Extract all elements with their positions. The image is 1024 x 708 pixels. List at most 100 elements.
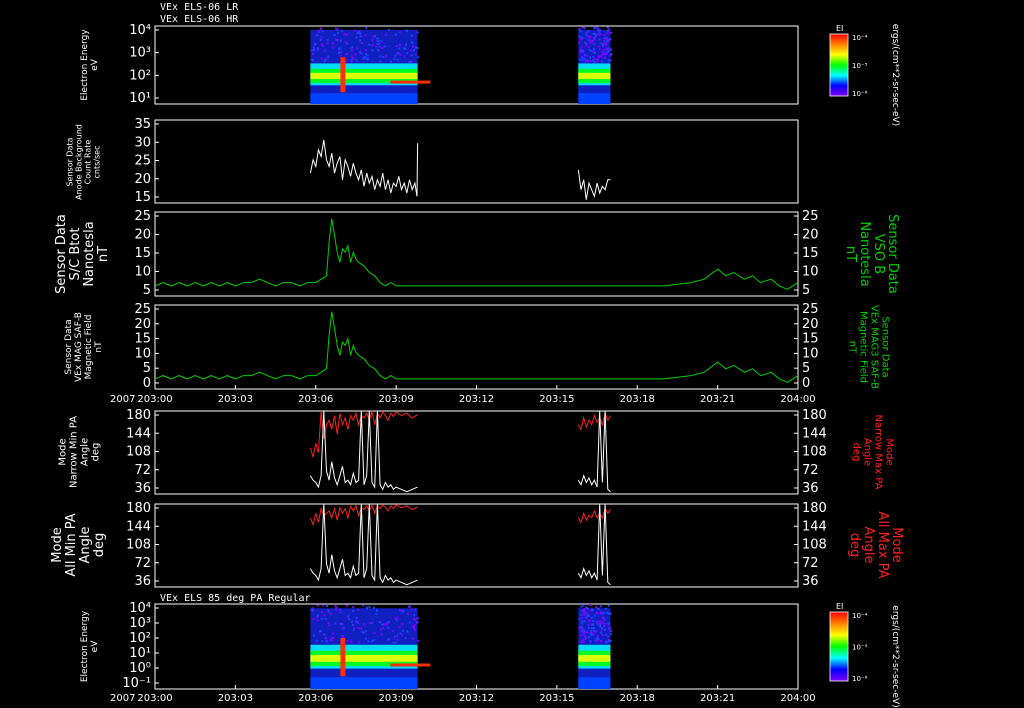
heatmap-speckle (363, 623, 365, 625)
time-tick-label: 204:00 (780, 394, 815, 405)
y-tick-label: 15 (134, 332, 151, 347)
heatmap-speckle (381, 40, 383, 42)
heatmap-speckle (340, 40, 342, 42)
panel-frame (155, 26, 798, 104)
heatmap-speckle (399, 44, 401, 46)
series-line (310, 411, 417, 457)
heatmap-speckle (597, 30, 599, 32)
y-tick-label: 10 (134, 265, 151, 280)
heatmap-speckle (334, 622, 336, 624)
y-tick-label: 15 (802, 332, 819, 347)
y-axis-label: deg (92, 533, 107, 558)
heatmap-speckle (335, 28, 337, 30)
heatmap-speckle (591, 627, 593, 629)
heatmap-speckle (323, 60, 325, 62)
y-axis-label-right: nT (843, 246, 858, 262)
y-tick-label: 72 (134, 463, 151, 478)
y-axis-label-right: Sensor Data (880, 316, 891, 377)
heatmap-speckle (597, 635, 599, 637)
heatmap-speckle (379, 45, 381, 47)
heatmap-speckle (321, 43, 323, 45)
heatmap-speckle (409, 622, 411, 624)
heatmap-speckle (379, 55, 381, 57)
heatmap-speckle (365, 57, 367, 59)
heatmap-speckle (581, 639, 583, 641)
y-axis-label: Angle (78, 527, 93, 564)
heatmap-speckle (587, 613, 589, 615)
heatmap-speckle (377, 40, 379, 42)
heatmap-speckle (341, 623, 343, 625)
heatmap-speckle (321, 611, 323, 613)
heatmap-speckle (597, 28, 599, 30)
heatmap-speckle (603, 40, 605, 42)
heatmap-speckle (415, 609, 417, 611)
heatmap-speckle (394, 55, 396, 57)
heatmap-speckle (608, 40, 610, 42)
time-tick-label: 203:12 (459, 394, 494, 405)
heatmap-speckle (373, 607, 375, 609)
heatmap-speckle (313, 47, 315, 49)
heatmap-speckle (325, 637, 327, 639)
heatmap-speckle (347, 640, 349, 642)
heatmap-speckle (599, 620, 601, 622)
y-tick-label: 108 (802, 538, 827, 553)
heatmap-speckle (384, 45, 386, 47)
heatmap-speckle (381, 633, 383, 635)
heatmap-speckle (581, 46, 583, 48)
y-axis-label: Electron Energy (80, 29, 90, 101)
heatmap-speckle (316, 619, 318, 621)
heatmap-band-low (310, 677, 417, 689)
y-tick-label: 10⁴ (129, 23, 151, 38)
heatmap-speckle (587, 36, 589, 38)
heatmap-speckle (332, 637, 334, 639)
heatmap-speckle (608, 50, 610, 52)
heatmap-speckle (340, 611, 342, 613)
heatmap-speckle (607, 32, 609, 34)
heatmap-speckle (314, 43, 316, 45)
heatmap-speckle (373, 639, 375, 641)
heatmap-speckle (415, 54, 417, 56)
heatmap-speckle (599, 48, 601, 50)
heatmap-speckle (417, 621, 419, 623)
heatmap-speckle (313, 618, 315, 620)
heatmap-speckle (360, 628, 362, 630)
heatmap-speckle (317, 604, 319, 606)
y-tick-label: 72 (134, 556, 151, 571)
heatmap-speckle (608, 605, 610, 607)
heatmap-speckle (601, 54, 603, 56)
heatmap-speckle (358, 641, 360, 643)
panel-frame (155, 305, 798, 389)
colorbar-tick-label: 10⁻⁵ (852, 644, 868, 652)
heatmap-speckle (405, 30, 407, 32)
heatmap-speckle (346, 43, 348, 45)
heatmap-speckle (414, 618, 416, 620)
panel-frame (155, 212, 798, 296)
heatmap-speckle (341, 635, 343, 637)
heatmap-speckle (580, 48, 582, 50)
heatmap-speckle (610, 633, 612, 635)
panel-frame (155, 411, 798, 494)
heatmap-speckle (321, 618, 323, 620)
heatmap-speckle (600, 640, 602, 642)
heatmap-speckle (397, 639, 399, 641)
heatmap-speckle (586, 615, 588, 617)
y-tick-label: 180 (126, 408, 151, 423)
heatmap-speckle (410, 61, 412, 63)
y-tick-label: 10¹ (129, 91, 151, 106)
heatmap-speckle (346, 34, 348, 36)
y-tick-label: 15 (134, 190, 151, 205)
heatmap-speckle (579, 618, 581, 620)
time-tick-label: 203:03 (218, 693, 253, 704)
heatmap-speckle (379, 42, 381, 44)
y-tick-label: 15 (134, 246, 151, 261)
y-tick-label: 25 (134, 209, 151, 224)
heatmap-speckle (411, 35, 413, 37)
time-tick-label: 204:00 (780, 693, 815, 704)
y-tick-label: 10⁴ (129, 601, 151, 616)
heatmap-speckle (394, 636, 396, 638)
heatmap-speckle (583, 641, 585, 643)
heatmap-speckle (355, 53, 357, 55)
heatmap-speckle (365, 638, 367, 640)
time-tick-label: 203:06 (298, 394, 333, 405)
heatmap-speckle (413, 49, 415, 51)
